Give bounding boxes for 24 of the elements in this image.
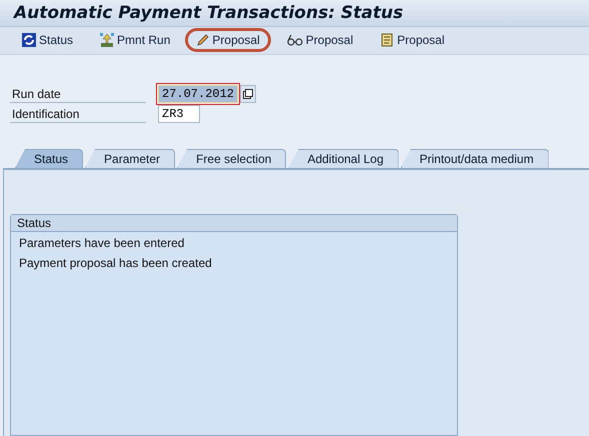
- tab[interactable]: Status: [15, 149, 84, 168]
- refresh-icon: [21, 32, 37, 48]
- tab[interactable]: Parameter: [85, 149, 176, 168]
- tab[interactable]: Free selection: [177, 149, 286, 168]
- toolbar-button[interactable]: Pmnt Run: [88, 27, 182, 54]
- tab[interactable]: Printout/data medium: [400, 149, 549, 168]
- status-message: Payment proposal has been created: [18, 255, 213, 272]
- upload-icon: [99, 32, 116, 48]
- toolbar-button[interactable]: Proposal: [185, 28, 271, 52]
- status-message: Parameters have been entered: [18, 235, 186, 252]
- window-title: Automatic Payment Transactions: Status: [14, 2, 404, 23]
- tab[interactable]: Additional Log: [288, 149, 398, 168]
- glasses-icon: [286, 33, 304, 48]
- input-field[interactable]: ZR3: [158, 105, 200, 123]
- field-label: Identification: [10, 105, 146, 123]
- toolbar-button[interactable]: Proposal: [274, 28, 364, 52]
- toolbar-button[interactable]: Status: [10, 27, 84, 54]
- field-label: Run date: [10, 85, 146, 103]
- group-title: Status: [11, 215, 457, 232]
- toolbar-button[interactable]: Proposal: [368, 27, 456, 54]
- pencil-icon: [196, 33, 210, 48]
- picker-button[interactable]: [240, 85, 256, 103]
- scroll-icon: [379, 32, 396, 48]
- input-field[interactable]: 27.07.2012: [158, 85, 238, 103]
